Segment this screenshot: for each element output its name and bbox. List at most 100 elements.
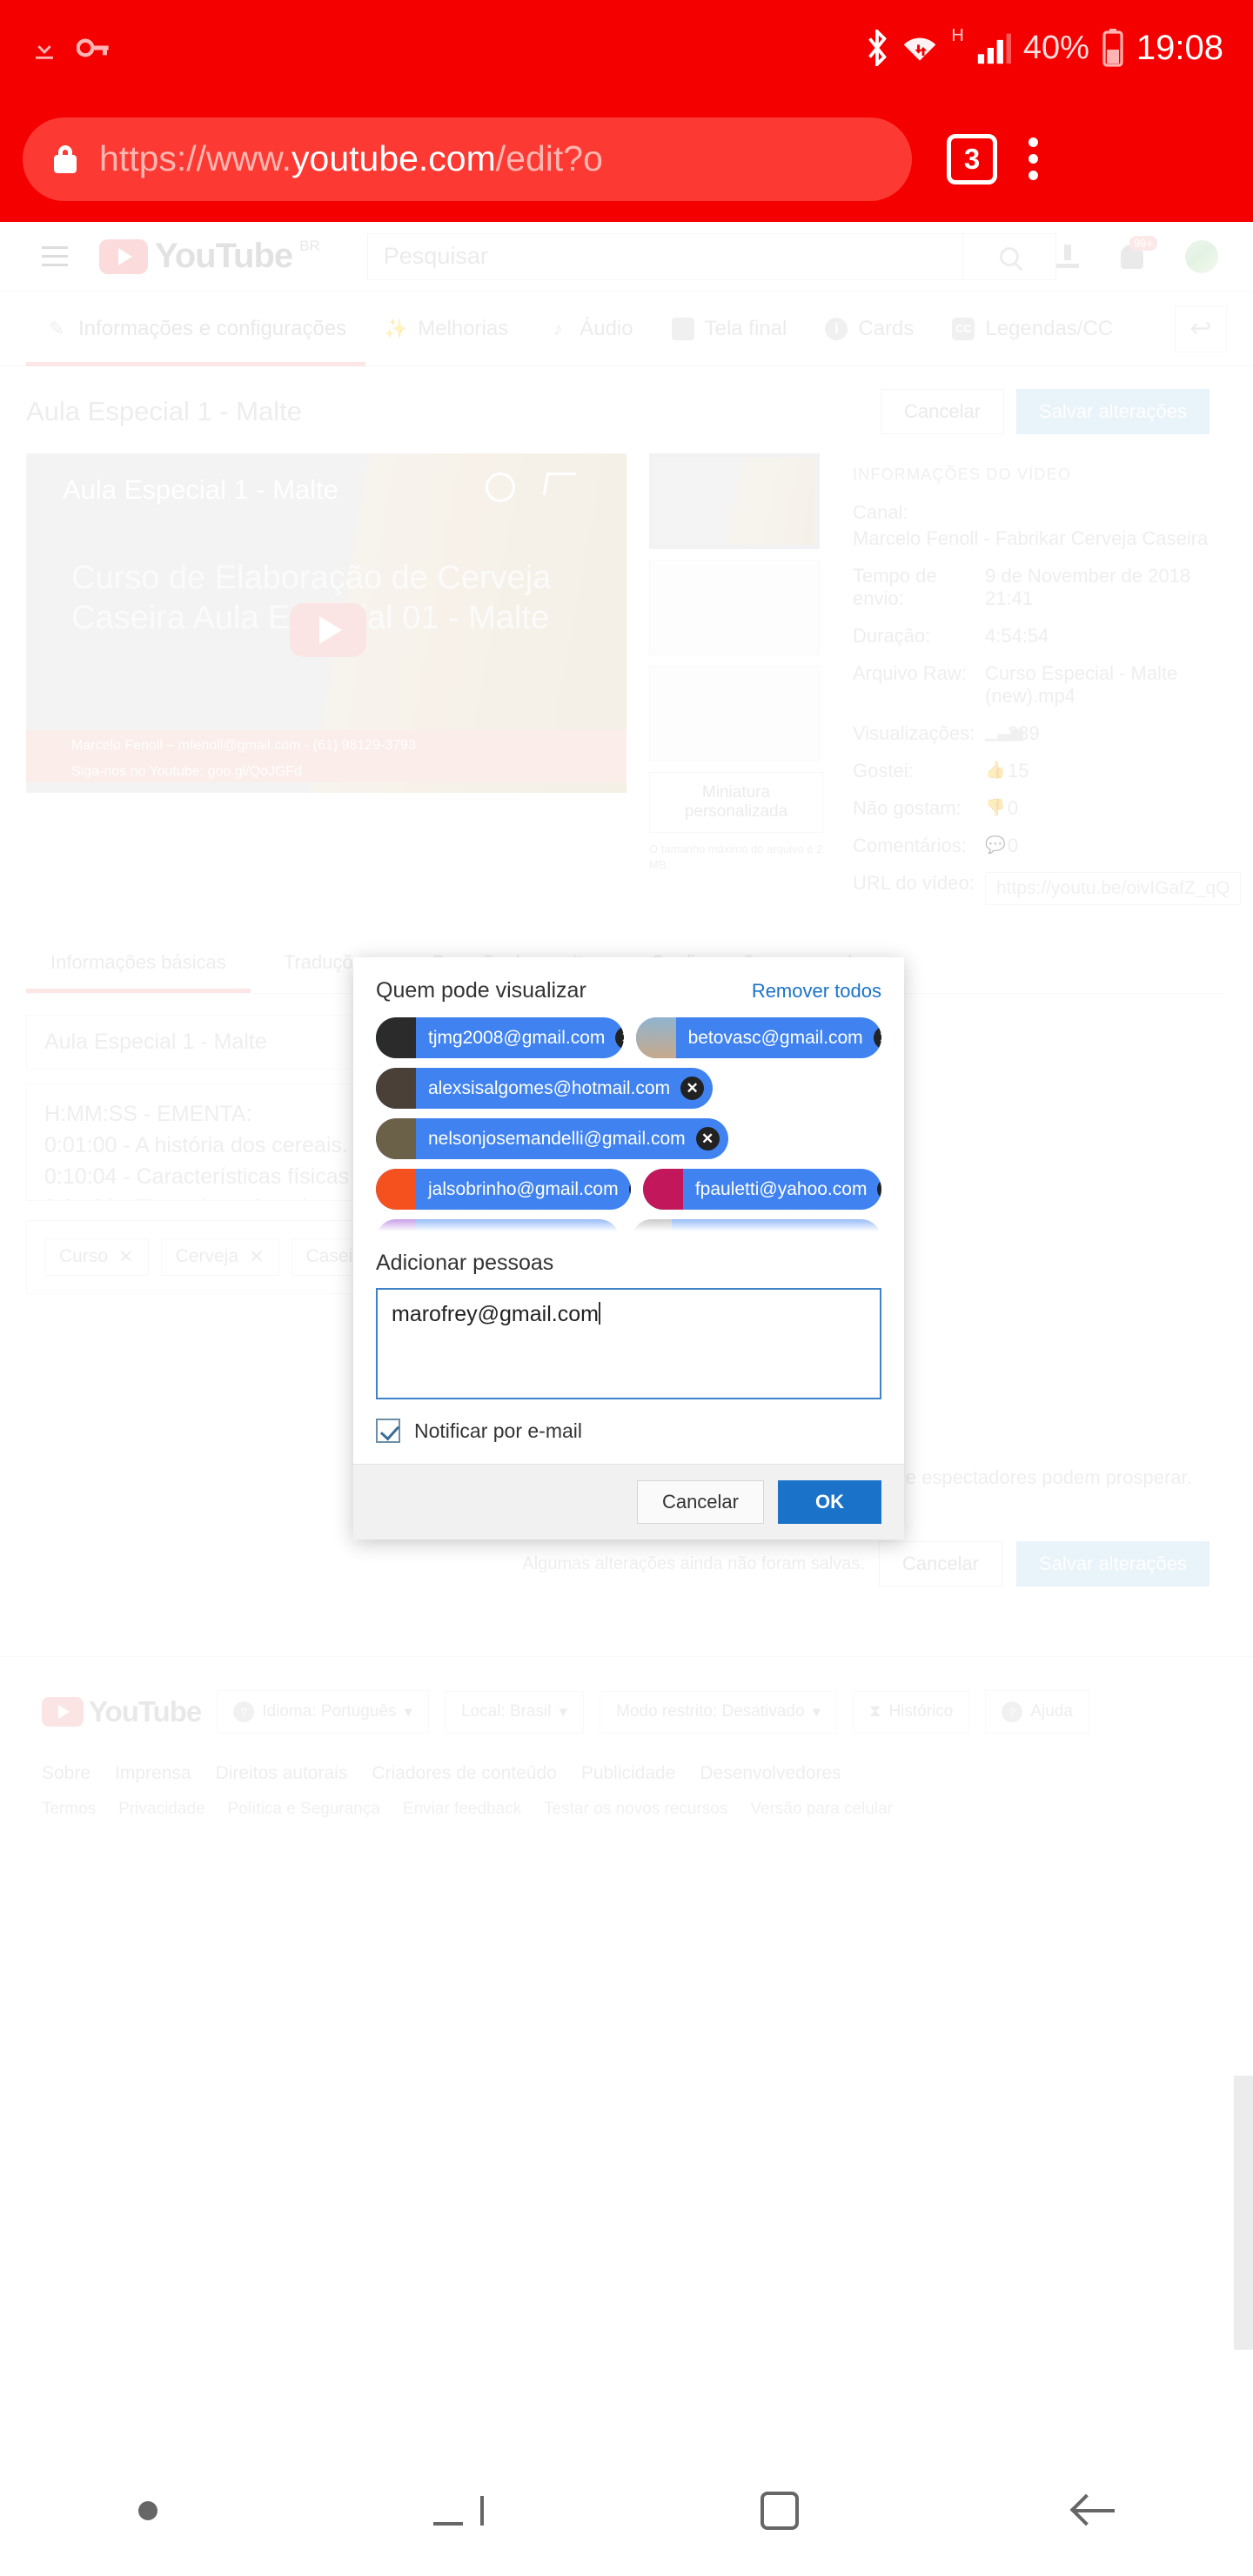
remove-chip-icon[interactable]: ✕ (877, 1177, 881, 1201)
remove-chip-icon[interactable]: ✕ (628, 1177, 631, 1201)
help-button[interactable]: ? Ajuda (985, 1690, 1089, 1734)
share-icon[interactable] (542, 473, 577, 495)
footer-links-secondary: Termos Privacidade Política e Segurança … (42, 1800, 1211, 1819)
person-chip[interactable]: tjmg2008@gmail.com ✕ (376, 1017, 624, 1058)
undo-arrow-icon[interactable]: ↩ (1175, 305, 1227, 352)
youtube-logo[interactable]: YouTube BR (99, 238, 320, 274)
info-value: Marcelo Fenoll - Fabrikar Cerveja Caseir… (853, 527, 1209, 549)
footer-link[interactable]: Direitos autorais (216, 1763, 348, 1784)
footer-link[interactable]: Privacidade (118, 1800, 204, 1819)
tab-count-button[interactable]: 3 (947, 133, 997, 184)
tab-melhorias[interactable]: ✨ Melhorias (365, 292, 527, 366)
remove-chip-icon[interactable]: ✕ (695, 1127, 720, 1150)
tag-chip[interactable]: Curso ✕ (44, 1238, 149, 1276)
remove-chip-icon[interactable]: ✕ (873, 1026, 881, 1050)
tab-legendas-cc[interactable]: CC Legendas/CC (933, 292, 1132, 366)
custom-thumbnail-button[interactable]: Miniatura personalizada (649, 772, 823, 833)
recents-dot-icon[interactable] (137, 2501, 157, 2520)
footer-link[interactable]: Termos (42, 1800, 96, 1819)
help-icon: ? (1002, 1701, 1023, 1722)
tag-label: Cerveja (175, 1246, 239, 1266)
language-selector[interactable]: ? Idioma: Português ▾ (217, 1690, 430, 1734)
search-button[interactable] (962, 232, 1056, 280)
footer-link[interactable]: Criadores de conteúdo (372, 1763, 556, 1784)
video-url-field[interactable]: https://youtu.be/oivIGafZ_qQ (985, 872, 1242, 905)
remove-tag-icon[interactable]: ✕ (249, 1246, 265, 1268)
thumbnail-option-2[interactable] (649, 560, 820, 655)
home-square-icon[interactable] (760, 2492, 799, 2530)
tag-label: Curso (59, 1246, 109, 1266)
info-row-raw-file: Arquivo Raw: Curso Especial - Malte (new… (853, 662, 1227, 708)
keyboard-toggle-icon[interactable] (433, 2496, 485, 2526)
tab-label: Cards (858, 316, 915, 340)
tab-audio[interactable]: ♪ Áudio (527, 292, 652, 366)
info-row-likes: Gostei: 👍 15 (853, 760, 1227, 782)
subtab-informacoes-basicas[interactable]: Informações básicas (26, 951, 251, 993)
person-chip[interactable]: fpauletti@yahoo.com ✕ (642, 1169, 881, 1210)
address-bar-url: https://www.youtube.com/edit?o (99, 138, 603, 179)
remove-chip-icon[interactable]: ✕ (615, 1026, 624, 1050)
avatar (642, 1169, 683, 1210)
footer-link[interactable]: Enviar feedback (403, 1800, 521, 1819)
thumbnail-size-note: O tamanho máximo do arquivo é 2 MB. (649, 842, 823, 871)
hamburger-menu-icon[interactable] (42, 246, 68, 266)
notify-label: Notificar por e-mail (414, 1419, 582, 1442)
footer-link[interactable]: Versão para celular (750, 1800, 893, 1819)
person-chip[interactable]: betovasc@gmail.com ✕ (635, 1017, 881, 1058)
cancel-button-top[interactable]: Cancelar (880, 389, 1005, 434)
address-bar[interactable]: https://www.youtube.com/edit?o (23, 117, 912, 201)
tab-tela-final[interactable]: Tela final (653, 292, 807, 366)
tab-label: Áudio (580, 316, 633, 340)
tag-chip[interactable]: Cerveja ✕ (160, 1238, 279, 1276)
clock-icon[interactable] (486, 473, 515, 502)
add-people-input[interactable]: marofrey@gmail.com (376, 1288, 881, 1399)
dialog-ok-button[interactable]: OK (778, 1480, 881, 1524)
search-input[interactable]: Pesquisar (366, 232, 963, 280)
footer-link[interactable]: Publicidade (581, 1763, 676, 1784)
thumbnail-option-3[interactable] (649, 666, 820, 761)
tab-label: Legendas/CC (985, 316, 1114, 340)
info-value: 9 de November de 2018 21:41 (985, 565, 1191, 609)
video-player[interactable]: Aula Especial 1 - Malte Curso de Elabora… (26, 453, 626, 793)
remove-chip-icon[interactable]: ✕ (680, 1077, 705, 1100)
music-note-icon: ♪ (553, 317, 563, 339)
overflow-menu-icon[interactable] (1029, 138, 1038, 180)
footer-link[interactable]: Testar os novos recursos (544, 1800, 727, 1819)
bell-icon[interactable]: 99+ (1121, 235, 1158, 269)
chip-label: Idioma: Português (262, 1702, 397, 1721)
history-button[interactable]: ⧗ Histórico (853, 1691, 970, 1733)
footer-link[interactable]: Política e Segurança (228, 1800, 380, 1819)
footer-link[interactable]: Desenvolvedores (700, 1763, 841, 1784)
tab-cards[interactable]: i Cards (806, 292, 933, 366)
player-controls (486, 473, 577, 502)
footer-link[interactable]: Imprensa (115, 1763, 191, 1784)
lock-icon (54, 144, 77, 173)
notify-by-email-row[interactable]: Notificar por e-mail (376, 1419, 881, 1443)
dialog-cancel-button[interactable]: Cancelar (636, 1480, 764, 1524)
cancel-button-bottom[interactable]: Cancelar (878, 1541, 1003, 1587)
notify-checkbox[interactable] (376, 1419, 400, 1443)
chip-label: Histórico (888, 1702, 954, 1721)
avatar (376, 1118, 416, 1159)
person-chip[interactable]: alexsisalgomes@hotmail.com ✕ (376, 1068, 714, 1109)
remove-all-link[interactable]: Remover todos (752, 980, 881, 1003)
dialog-footer: Cancelar OK (353, 1464, 904, 1540)
play-icon[interactable] (290, 603, 366, 657)
cell-signal-icon (976, 31, 1011, 64)
tab-informacoes-e-configuracoes[interactable]: ✎ Informações e configurações (26, 292, 366, 366)
cc-icon: CC (952, 317, 975, 340)
person-chip[interactable]: nelsonjosemandelli@gmail.com ✕ (376, 1118, 728, 1159)
location-selector[interactable]: Local: Brasil ▾ (445, 1690, 585, 1734)
save-button-top[interactable]: Salvar alterações (1016, 389, 1209, 434)
footer-link[interactable]: Sobre (42, 1763, 90, 1784)
save-button-bottom[interactable]: Salvar alterações (1016, 1541, 1209, 1587)
thumbnail-option-1[interactable] (649, 453, 820, 549)
restricted-mode-selector[interactable]: Modo restrito: Desativado ▾ (600, 1690, 838, 1734)
person-chip[interactable]: jalsobrinho@gmail.com ✕ (376, 1169, 631, 1210)
back-arrow-icon[interactable] (1075, 2491, 1116, 2531)
remove-tag-icon[interactable]: ✕ (118, 1246, 134, 1268)
text-caret (598, 1302, 600, 1325)
upload-icon[interactable] (1056, 244, 1079, 269)
footer-youtube-logo[interactable]: YouTube (42, 1695, 202, 1728)
avatar[interactable] (1185, 239, 1218, 273)
